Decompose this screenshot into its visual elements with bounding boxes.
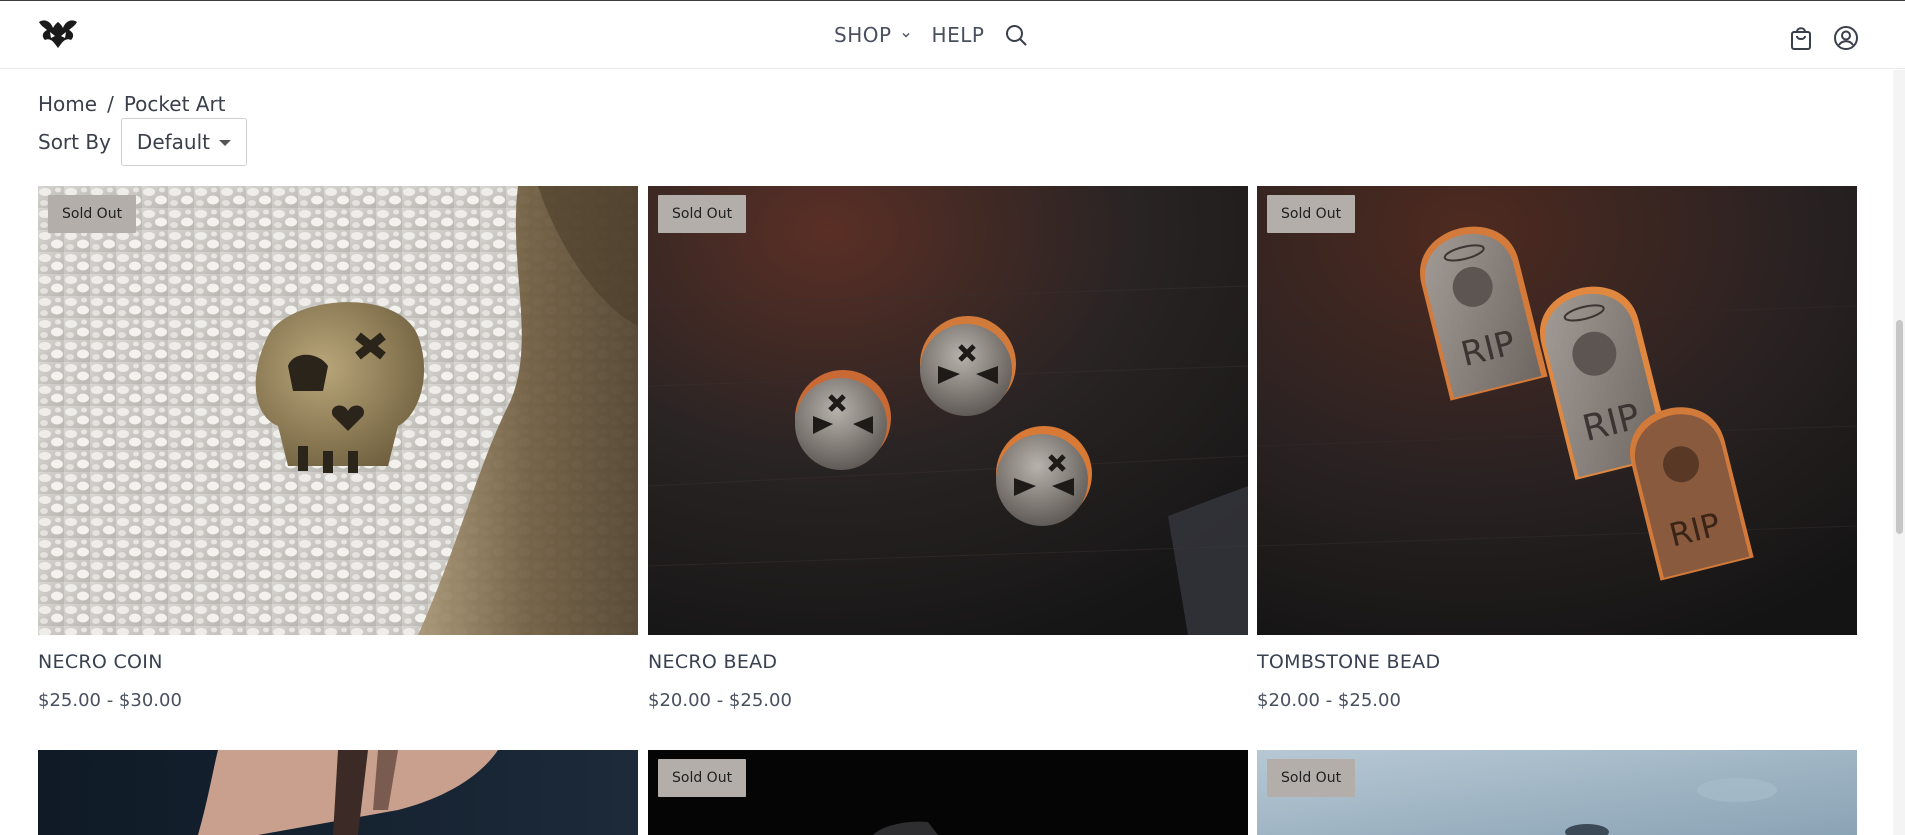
product-card[interactable] (38, 750, 638, 835)
site-header: SHOP HELP (0, 1, 1905, 69)
product-card[interactable]: Sold Out NECRO COIN $25.00 - $30.00 (38, 186, 638, 711)
chevron-down-icon (902, 33, 910, 38)
page-scrollbar[interactable] (1893, 70, 1905, 835)
caret-down-icon (218, 140, 231, 146)
sort-control: Sort By Default (38, 118, 247, 166)
nav-shop-label: SHOP (834, 23, 892, 47)
product-name[interactable]: NECRO BEAD (648, 651, 777, 673)
sort-label: Sort By (38, 130, 111, 154)
sold-out-badge: Sold Out (1267, 759, 1356, 797)
logo-icon[interactable] (37, 18, 79, 50)
product-price: $20.00 - $25.00 (1257, 690, 1401, 711)
sold-out-badge: Sold Out (1267, 195, 1356, 233)
product-price: $25.00 - $30.00 (38, 690, 182, 711)
scrollbar-thumb[interactable] (1896, 320, 1903, 534)
nav-help[interactable]: HELP (932, 23, 985, 47)
breadcrumb-home[interactable]: Home (38, 92, 97, 116)
breadcrumb-current: Pocket Art (123, 92, 226, 116)
nav-shop[interactable]: SHOP (834, 23, 912, 47)
product-name[interactable]: TOMBSTONE BEAD (1257, 651, 1440, 673)
sold-out-badge: Sold Out (658, 759, 747, 797)
sold-out-badge: Sold Out (658, 195, 747, 233)
product-name[interactable]: NECRO COIN (38, 651, 163, 673)
necro-bead-image (648, 186, 1248, 635)
product-card[interactable]: RIP RIP RIP Sold Out TOMBSTONE BEAD $20.… (1257, 186, 1857, 711)
nav-help-label: HELP (931, 23, 985, 47)
product-image[interactable]: RIP RIP RIP Sold Out (1257, 186, 1857, 635)
cart-icon[interactable] (1789, 25, 1813, 51)
product-card[interactable]: Sold Out NECRO BEAD $20.00 - $25.00 (648, 186, 1248, 711)
sort-select[interactable]: Default (120, 118, 247, 166)
breadcrumb: Home / Pocket Art (38, 92, 226, 116)
tombstone-bead-image: RIP RIP RIP (1257, 186, 1857, 635)
sold-out-badge: Sold Out (48, 195, 137, 233)
product-card[interactable]: Sold Out (1257, 750, 1857, 835)
product-card[interactable]: Sold Out (648, 750, 1248, 835)
account-icon[interactable] (1833, 25, 1859, 51)
product-price: $20.00 - $25.00 (648, 690, 792, 711)
hand-product-image (38, 750, 638, 835)
sort-selected-value: Default (136, 130, 210, 154)
breadcrumb-separator: / (107, 92, 114, 116)
necro-coin-image (38, 186, 638, 635)
product-image[interactable]: Sold Out (38, 186, 638, 635)
search-icon[interactable] (1004, 23, 1028, 47)
product-image[interactable]: Sold Out (648, 186, 1248, 635)
main-nav: SHOP HELP (834, 20, 1028, 50)
